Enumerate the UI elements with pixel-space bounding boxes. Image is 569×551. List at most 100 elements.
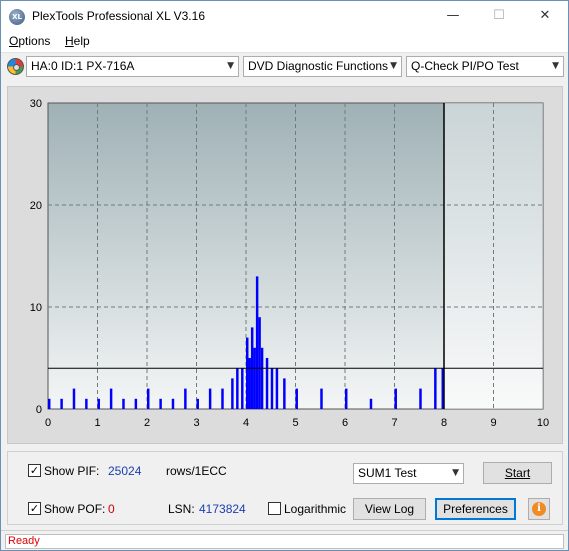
window-title: PlexTools Professional XL V3.16 — [32, 9, 205, 23]
menu-options-label: ptions — [18, 34, 51, 48]
data-bar — [270, 368, 274, 409]
view-log-button[interactable]: View Log — [353, 498, 426, 520]
show-pif-checkbox[interactable]: ✓ — [28, 464, 41, 477]
app-logo-icon: XL — [9, 9, 25, 25]
data-bar — [246, 337, 249, 409]
x-tick-label: 9 — [490, 417, 496, 429]
data-bar — [253, 347, 256, 409]
data-bar — [258, 317, 261, 409]
show-pif-label: Show PIF: — [44, 464, 100, 478]
data-bar — [60, 398, 63, 409]
sum-test-select-value: SUM1 Test — [358, 466, 417, 480]
preferences-button-label: Preferences — [443, 502, 508, 516]
menu-options-accel: O — [9, 34, 19, 48]
x-tick-label: 3 — [193, 417, 199, 429]
test-select[interactable]: Q-Check PI/PO Test ▼ — [406, 56, 564, 77]
x-tick-label: 5 — [292, 417, 298, 429]
data-bar — [394, 388, 397, 409]
data-bar — [171, 398, 175, 409]
info-icon: i — [532, 502, 546, 516]
minimize-button[interactable]: — — [430, 1, 476, 31]
data-bar — [419, 388, 422, 409]
menu-help-label: elp — [73, 34, 90, 48]
menu-help-accel: H — [65, 34, 74, 48]
x-tick-label: 2 — [144, 417, 150, 429]
y-tick-label: 20 — [30, 200, 42, 212]
menu-bar: Options Help — [1, 31, 568, 53]
data-bar — [147, 388, 150, 409]
show-pof-label: Show POF: — [44, 502, 106, 516]
status-text: Ready — [5, 534, 564, 549]
show-pof-checkbox[interactable]: ✓ — [28, 502, 41, 515]
x-tick-label: 6 — [342, 417, 348, 429]
x-tick-label: 4 — [243, 417, 249, 429]
data-bar — [196, 398, 199, 409]
data-bar — [275, 368, 279, 409]
data-bar — [97, 398, 100, 409]
chevron-down-icon: ▼ — [227, 61, 234, 71]
title-bar[interactable]: XL PlexTools Professional XL V3.16 — ☐ ✕ — [1, 1, 568, 31]
test-select-value: Q-Check PI/PO Test — [411, 59, 519, 73]
data-bar — [295, 388, 298, 409]
start-button-label: Start — [504, 466, 531, 480]
data-bar — [248, 358, 251, 409]
chevron-down-icon: ▼ — [452, 468, 459, 478]
drive-select[interactable]: HA:0 ID:1 PX-716A ▼ — [26, 56, 239, 77]
data-bar — [260, 347, 264, 409]
logarithmic-label: Logarithmic — [284, 502, 347, 516]
x-tick-label: 8 — [441, 417, 447, 429]
x-tick-label: 7 — [391, 417, 397, 429]
close-button[interactable]: ✕ — [522, 1, 568, 31]
preferences-button[interactable]: Preferences — [435, 498, 516, 520]
toolbar: HA:0 ID:1 PX-716A ▼ DVD Diagnostic Funct… — [1, 54, 568, 80]
data-bar — [345, 388, 348, 409]
pi-po-chart: 0 1 2 3 4 5 6 7 8 9 10 0 10 20 30 — [30, 98, 549, 429]
data-bar — [283, 378, 286, 409]
data-bar — [434, 368, 437, 409]
drive-select-value: HA:0 ID:1 PX-716A — [31, 59, 135, 73]
data-bar — [122, 398, 125, 409]
sum-test-select[interactable]: SUM1 Test ▼ — [353, 463, 464, 484]
data-bar — [134, 398, 138, 409]
menu-help[interactable]: Help — [65, 34, 90, 48]
pof-value: 0 — [108, 502, 115, 516]
data-bar — [109, 388, 113, 409]
data-bar — [369, 398, 373, 409]
view-log-button-label: View Log — [364, 502, 415, 516]
y-tick-label: 30 — [30, 98, 42, 110]
data-bar — [231, 378, 234, 409]
menu-options[interactable]: Options — [9, 34, 50, 48]
info-button[interactable]: i — [528, 498, 550, 520]
x-tick-label: 10 — [537, 417, 549, 429]
data-bar — [184, 388, 187, 409]
pif-value: 25024 — [108, 464, 142, 478]
start-button[interactable]: Start — [483, 462, 552, 484]
data-bar — [85, 398, 88, 409]
data-bar — [236, 368, 239, 409]
lsn-label: LSN: — [168, 502, 195, 516]
chevron-down-icon: ▼ — [552, 61, 559, 71]
x-tick-label: 0 — [45, 417, 51, 429]
pif-unit: rows/1ECC — [166, 464, 227, 478]
data-bar — [48, 398, 51, 409]
app-window: XL PlexTools Professional XL V3.16 — ☐ ✕… — [0, 0, 569, 551]
function-select-value: DVD Diagnostic Functions — [248, 59, 389, 73]
data-bar — [72, 388, 76, 409]
function-select[interactable]: DVD Diagnostic Functions ▼ — [243, 56, 402, 77]
y-tick-label: 0 — [36, 404, 42, 416]
data-bar — [265, 358, 269, 409]
x-tick-label: 1 — [94, 417, 100, 429]
maximize-button[interactable]: ☐ — [476, 1, 522, 31]
data-bar — [241, 368, 244, 409]
data-bar — [255, 276, 259, 409]
data-bar — [159, 398, 162, 409]
data-bar — [208, 388, 212, 409]
controls-panel: ✓ Show PIF: 25024 rows/1ECC SUM1 Test ▼ … — [7, 451, 563, 525]
data-bar — [221, 388, 224, 409]
chevron-down-icon: ▼ — [390, 61, 397, 71]
logarithmic-checkbox[interactable] — [268, 502, 281, 515]
disc-icon — [7, 58, 24, 75]
y-tick-label: 10 — [30, 302, 42, 314]
lsn-value: 4173824 — [199, 502, 246, 516]
status-bar: Ready — [1, 530, 568, 550]
